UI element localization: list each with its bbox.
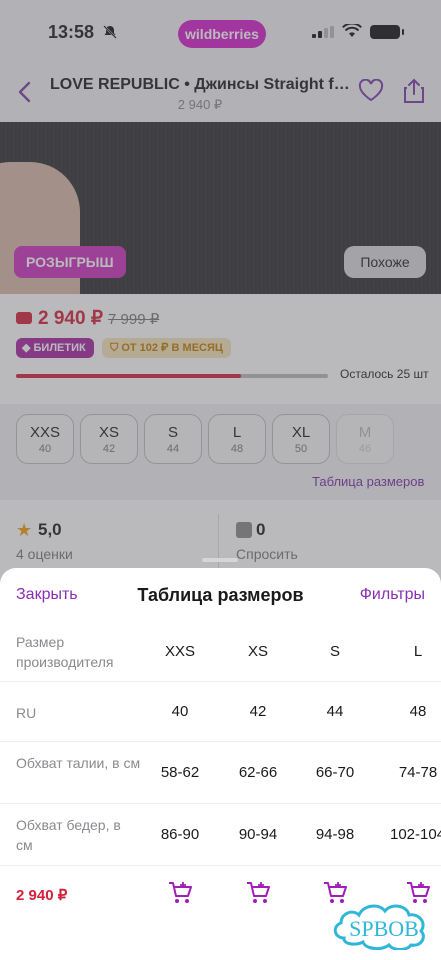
table-cell: 102-104: [390, 826, 441, 843]
table-cell: 44: [326, 703, 344, 720]
sheet-price: 2 940 ₽: [16, 887, 68, 904]
filters-button[interactable]: Фильтры: [360, 586, 425, 604]
sheet-header: Закрыть Таблица размеров Фильтры: [0, 568, 441, 622]
table-cell: 58-62: [160, 764, 200, 781]
spbob-watermark-logo: SPBOB: [333, 904, 425, 950]
table-cell: 42: [249, 703, 267, 720]
watermark-text: SPBOB: [349, 916, 419, 941]
table-row: Обхват бедер, в см 86-90 90-94 94-98 102…: [0, 804, 441, 866]
table-cell: 86-90: [160, 826, 200, 843]
table-cell: XXS: [164, 643, 195, 660]
table-cell: 48: [409, 703, 427, 720]
table-cell: 90-94: [238, 826, 278, 843]
table-cell: 40: [171, 703, 189, 720]
table-cell: L: [413, 643, 423, 660]
table-cell: 74-78: [398, 764, 438, 781]
table-cell: 94-98: [315, 826, 355, 843]
table-row: Обхват талии, в см 58-62 62-66 66-70 74-…: [0, 742, 441, 804]
row-label: RU: [16, 705, 37, 721]
add-to-cart-icon[interactable]: [167, 880, 193, 906]
table-cell: 66-70: [315, 764, 355, 781]
table-row: RU 40 42 44 48: [0, 682, 441, 742]
sheet-grabber[interactable]: [202, 558, 238, 562]
table-cell: S: [329, 643, 340, 660]
table-cell: XS: [247, 643, 268, 660]
row-label: Обхват бедер, в см: [16, 817, 121, 853]
row-label: Размер производителя: [16, 634, 114, 670]
table-cell: 62-66: [238, 764, 278, 781]
table-row: Размер производителя XXS XS S L: [0, 622, 441, 682]
row-label: Обхват талии, в см: [16, 755, 141, 771]
add-to-cart-icon[interactable]: [245, 880, 271, 906]
